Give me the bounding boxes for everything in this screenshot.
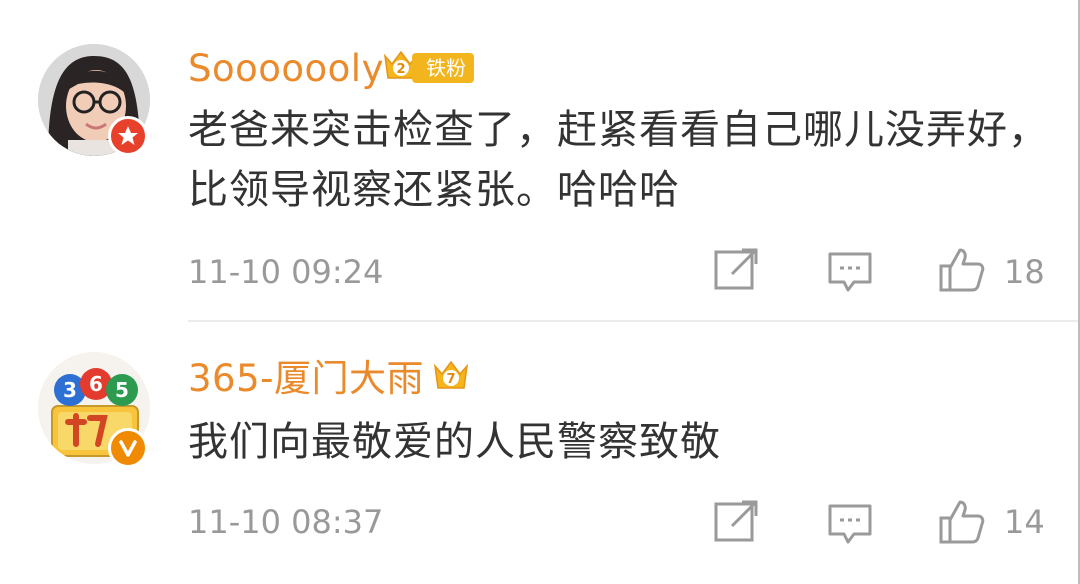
like-count: 14 <box>1004 503 1045 541</box>
svg-text:2: 2 <box>396 62 405 77</box>
comment-time: 11-10 09:24 <box>188 253 384 291</box>
verified-icon <box>108 428 148 468</box>
svg-text:7: 7 <box>446 372 455 387</box>
username[interactable]: Sooooooly <box>188 50 384 87</box>
svg-text:5: 5 <box>115 378 129 402</box>
share-icon[interactable] <box>712 498 760 546</box>
comment-item: Sooooooly 2 铁粉 老爸来突击检查了，赶紧看看自己哪儿没弄好，比领导视… <box>0 0 1080 320</box>
comment-icon[interactable] <box>826 498 874 546</box>
like-icon[interactable] <box>938 246 986 294</box>
comment-icon[interactable] <box>826 246 874 294</box>
comment-text: 我们向最敬爱的人民警察致敬 <box>188 419 721 465</box>
comment-text: 老爸来突击检查了，赶紧看看自己哪儿没弄好，比领导视察还紧张。哈哈哈 <box>188 107 1049 213</box>
comment-item: 3 6 5 365-厦门大雨 7 我们向最敬爱的人民警察致敬 11-10 08:… <box>0 320 1080 584</box>
svg-text:3: 3 <box>63 378 77 402</box>
like-count: 18 <box>1004 253 1045 291</box>
share-icon[interactable] <box>712 246 760 294</box>
fan-tag: 铁粉 <box>412 53 474 83</box>
svg-text:6: 6 <box>89 372 103 396</box>
comment-time: 11-10 08:37 <box>188 503 384 541</box>
like-icon[interactable] <box>938 498 986 546</box>
crown-icon: 7 <box>433 360 469 389</box>
verified-icon <box>108 116 148 156</box>
username[interactable]: 365-厦门大雨 <box>188 360 424 397</box>
